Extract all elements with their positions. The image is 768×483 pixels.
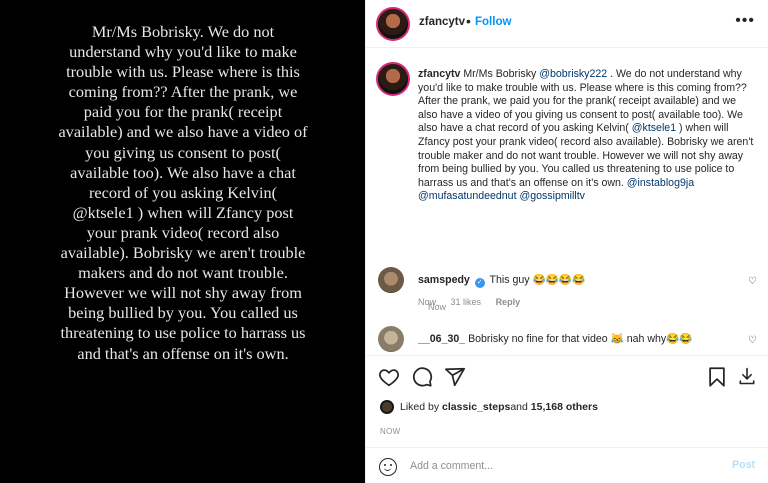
media-story-text: Mr/Ms Bobrisky. We do not understand why… [58,22,308,363]
liker-avatar[interactable] [380,400,394,414]
likes-count[interactable]: 15,168 others [531,401,598,413]
liker-username[interactable]: classic_steps [442,401,510,413]
comment-likes[interactable]: 31 likes [451,297,482,307]
post-media[interactable]: Mr/Ms Bobrisky. We do not understand why… [0,0,365,483]
post-comment-button[interactable]: Post [732,459,755,471]
comment-input[interactable] [410,457,710,475]
mention-link[interactable]: @ktsele1 [632,122,676,134]
likes-summary: Liked by classic_steps and 15,168 others [380,400,598,414]
commenter-avatar[interactable] [378,267,404,293]
likes-middle: and [510,401,528,413]
comment-time: Now [418,297,437,307]
mention-link[interactable]: @gossipmilltv [519,190,585,202]
commenter-username[interactable]: __06_30_ [418,333,465,345]
likes-prefix: Liked by [400,401,440,413]
mention-link[interactable]: @mufasatundeednut [418,190,517,202]
comment-like-heart-icon[interactable]: ♡ [748,335,757,346]
comment-body: Bobrisky no fine for that video 😹 nah wh… [465,333,693,345]
comment-meta: Now 31 likes Reply [418,297,532,307]
caption-avatar[interactable] [376,62,410,96]
emoji-icon[interactable] [379,458,397,476]
comment-icon[interactable] [411,366,433,388]
comment-text: samspedy ✓ This guy 😂😂😂😂 [418,274,738,288]
post-side-panel: zfancytv • Follow ••• zfancytv Mr/Ms Bob… [365,0,768,483]
header-avatar[interactable] [376,7,410,41]
post-timestamp: NOW [380,427,401,436]
more-options-icon[interactable]: ••• [735,12,755,30]
commenter-username[interactable]: samspedy [418,274,470,286]
comment-body: This guy 😂😂😂😂 [486,274,586,286]
add-comment-bar: Post [366,447,768,483]
commenter-avatar[interactable] [378,326,404,352]
comment-text: __06_30_ Bobrisky no fine for that video… [418,333,738,346]
post-actions-bar [366,355,768,400]
caption-text: zfancytv Mr/Ms Bobrisky @bobrisky222 . W… [418,68,758,204]
post-header: zfancytv • Follow ••• [366,0,768,48]
share-icon[interactable] [444,366,466,388]
caption-text-part: Mr/Ms Bobrisky [460,68,540,80]
bookmark-icon[interactable] [706,366,728,388]
reply-button[interactable]: Reply [496,297,521,307]
heart-icon[interactable] [378,366,400,388]
verified-badge-icon: ✓ [474,278,485,288]
comment-like-heart-icon[interactable]: ♡ [748,276,757,287]
header-username[interactable]: zfancytv [419,16,465,28]
save-download-icon[interactable] [737,366,757,386]
mention-link[interactable]: @instablog9ja [627,177,694,189]
follow-button[interactable]: Follow [475,16,511,28]
mention-link[interactable]: @bobrisky222 [539,68,607,80]
caption-username[interactable]: zfancytv [418,68,460,80]
header-separator: • [466,13,471,29]
